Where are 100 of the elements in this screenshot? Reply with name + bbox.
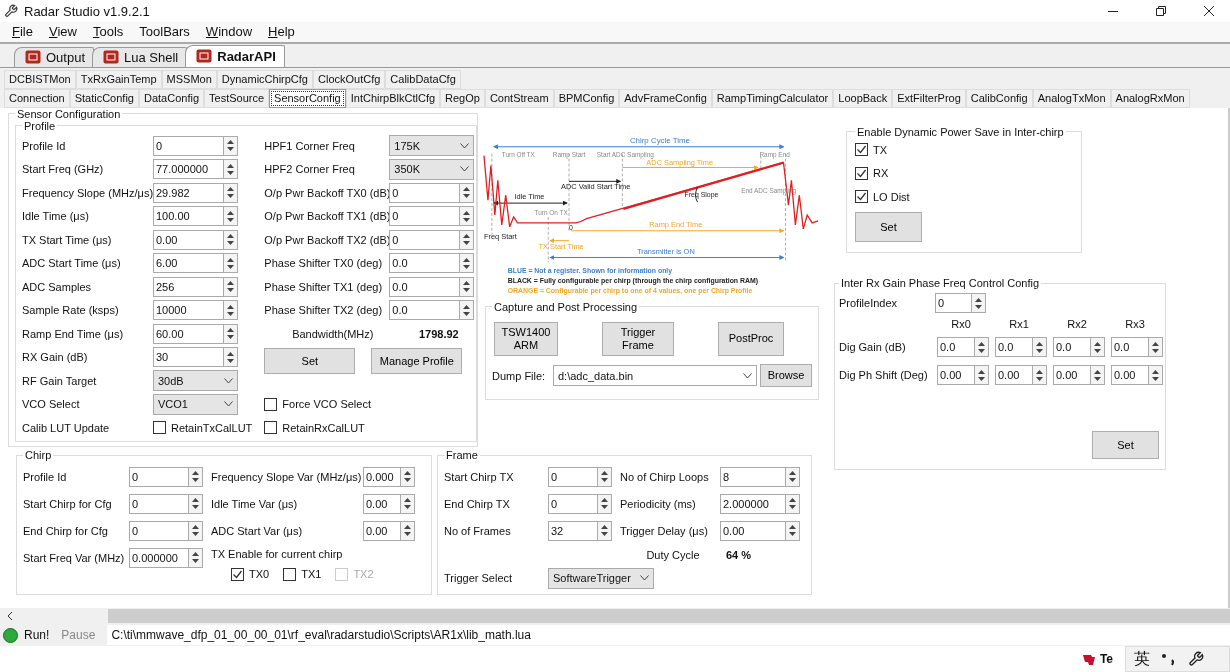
number-field[interactable]: 0.0 [389, 300, 460, 321]
spin-button[interactable] [459, 182, 475, 203]
spin-button[interactable] [223, 276, 238, 297]
number-field[interactable]: 0.00 [720, 520, 785, 541]
number-field[interactable]: 0.0 [1053, 337, 1090, 358]
dropdown[interactable]: VCO1 [153, 393, 238, 415]
menu-item[interactable]: Window [199, 24, 259, 40]
number-field[interactable]: 0 [389, 206, 460, 227]
number-field[interactable]: 0.00 [153, 229, 223, 250]
spin-button[interactable] [1090, 337, 1105, 358]
postproc-button[interactable]: PostProc [718, 321, 784, 356]
checkbox[interactable] [264, 397, 278, 411]
number-field[interactable]: 256 [153, 276, 223, 297]
document-tab[interactable]: Output [14, 46, 95, 67]
menu-item[interactable]: View [42, 24, 83, 40]
spin-button[interactable] [188, 547, 203, 568]
number-field[interactable]: 0.0 [389, 253, 460, 274]
spin-button[interactable] [459, 300, 475, 321]
spin-button[interactable] [223, 135, 238, 156]
spin-button[interactable] [223, 300, 238, 321]
dropdown[interactable]: SoftwareTrigger [548, 567, 654, 589]
dropdown[interactable]: 175K [389, 135, 475, 157]
number-field[interactable]: 0.00 [363, 493, 400, 514]
number-field[interactable]: 0 [129, 466, 188, 487]
spin-button[interactable] [459, 276, 475, 297]
dropdown[interactable]: d:\adc_data.bin [553, 365, 757, 387]
number-field[interactable]: 0 [548, 493, 597, 514]
number-field[interactable]: 100.00 [153, 206, 223, 227]
config-tab[interactable]: SensorConfig [269, 88, 346, 108]
checkbox[interactable] [283, 567, 297, 581]
spin-button[interactable] [785, 493, 800, 514]
number-field[interactable]: 0 [129, 493, 188, 514]
spin-button[interactable] [223, 182, 238, 203]
config-tab[interactable]: RegOp [440, 88, 485, 108]
number-field[interactable]: 0 [153, 135, 223, 156]
browse-button[interactable]: Browse [760, 364, 812, 388]
menu-item[interactable]: File [6, 24, 39, 40]
number-field[interactable]: 0.000000 [129, 547, 188, 568]
ime-mode-button[interactable]: 英 [1134, 648, 1150, 670]
spin-button[interactable] [223, 206, 238, 227]
spin-button[interactable] [223, 229, 238, 250]
checkbox[interactable] [855, 143, 868, 157]
set-button[interactable]: Set [855, 212, 922, 243]
number-field[interactable]: 0.0 [937, 337, 974, 358]
spin-button[interactable] [597, 493, 612, 514]
number-field[interactable]: 0.00 [1111, 365, 1148, 386]
dropdown[interactable]: 350K [389, 158, 475, 180]
number-field[interactable]: 77.000000 [153, 159, 223, 180]
set-button[interactable]: Set [264, 348, 356, 375]
spin-button[interactable] [1148, 337, 1163, 358]
checkbox[interactable] [153, 421, 166, 435]
spin-button[interactable] [597, 520, 612, 541]
number-field[interactable]: 0.00 [995, 365, 1032, 386]
config-tab[interactable]: AdvFrameConfig [619, 88, 712, 108]
settings-icon[interactable] [1188, 651, 1204, 667]
number-field[interactable]: 0.00 [937, 365, 974, 386]
script-path-field[interactable]: C:\ti\mmwave_dfp_01_00_00_01\rf_eval\radarstudio\Scripts\AR1x\lib_math.lua [107, 625, 1230, 646]
number-field[interactable]: 0.000 [363, 466, 400, 487]
checkbox[interactable] [264, 421, 278, 435]
number-field[interactable]: 6.00 [153, 253, 223, 274]
number-field[interactable]: 0.0 [995, 337, 1032, 358]
spin-button[interactable] [1090, 365, 1105, 386]
set-button[interactable]: Set [1092, 431, 1159, 460]
checkbox[interactable] [855, 190, 868, 204]
menu-item[interactable]: ToolBars [133, 24, 196, 40]
spin-button[interactable] [223, 253, 238, 274]
spin-button[interactable] [1148, 365, 1163, 386]
spin-button[interactable] [459, 229, 475, 250]
manage-profile-button[interactable]: Manage Profile [371, 348, 463, 375]
spin-button[interactable] [223, 347, 238, 368]
spin-button[interactable] [400, 466, 415, 487]
document-tab[interactable]: RadarAPI [185, 44, 285, 67]
number-field[interactable]: 0 [129, 520, 188, 541]
number-field[interactable]: 60.00 [153, 323, 223, 344]
spin-button[interactable] [459, 206, 475, 227]
run-button[interactable]: Run! [24, 628, 50, 643]
number-field[interactable]: 0.0 [1111, 337, 1148, 358]
number-field[interactable]: 0.00 [1053, 365, 1090, 386]
spin-button[interactable] [971, 293, 986, 314]
number-field[interactable]: 10000 [153, 300, 223, 321]
document-tab[interactable]: Lua Shell [92, 46, 188, 67]
number-field[interactable]: 0 [548, 466, 597, 487]
spin-button[interactable] [188, 466, 203, 487]
number-field[interactable]: 30 [153, 347, 223, 368]
spin-button[interactable] [223, 159, 238, 180]
tsw1400-arm-button[interactable]: TSW1400 ARM [494, 321, 558, 356]
number-field[interactable]: 2.000000 [720, 493, 785, 514]
trigger-frame-button[interactable]: Trigger Frame [602, 321, 674, 356]
menu-item[interactable]: Help [262, 24, 301, 40]
number-field[interactable]: 0 [389, 182, 460, 203]
spin-button[interactable] [1032, 365, 1047, 386]
spin-button[interactable] [785, 520, 800, 541]
number-field[interactable]: 0.0 [389, 276, 460, 297]
spin-button[interactable] [459, 253, 475, 274]
checkbox[interactable] [855, 166, 868, 180]
spin-button[interactable] [597, 466, 612, 487]
spin-button[interactable] [188, 520, 203, 541]
number-field[interactable]: 0 [389, 229, 460, 250]
number-field[interactable]: 8 [720, 466, 785, 487]
spin-button[interactable] [785, 466, 800, 487]
